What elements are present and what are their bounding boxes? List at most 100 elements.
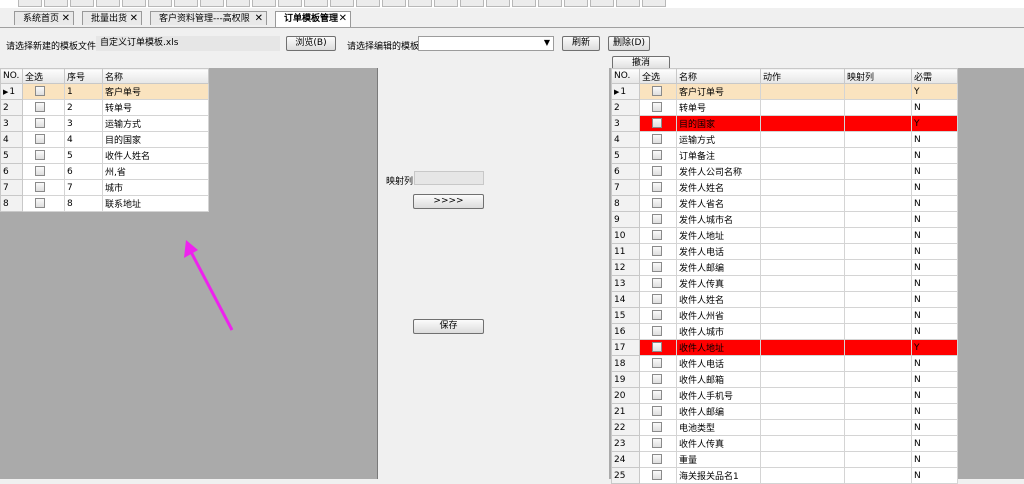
table-row[interactable]: 10 发件人地址 N bbox=[611, 227, 958, 244]
toolbar-button[interactable] bbox=[226, 0, 250, 7]
table-row[interactable]: 6 6 州,省 bbox=[0, 163, 209, 180]
mapping-cell[interactable] bbox=[844, 211, 912, 228]
toolbar-button[interactable] bbox=[70, 0, 94, 7]
table-row[interactable]: 4 运输方式 N bbox=[611, 131, 958, 148]
mapping-cell[interactable] bbox=[844, 163, 912, 180]
action-cell[interactable] bbox=[760, 323, 845, 340]
row-checkbox[interactable] bbox=[652, 182, 662, 193]
action-cell[interactable] bbox=[760, 371, 845, 388]
toolbar-button[interactable] bbox=[330, 0, 354, 7]
file-path-field[interactable]: 自定义订单模板.xls bbox=[96, 36, 280, 51]
mapping-cell[interactable] bbox=[844, 195, 912, 212]
action-cell[interactable] bbox=[760, 307, 845, 324]
row-checkbox[interactable] bbox=[652, 278, 662, 289]
table-row[interactable]: 15 收件人州省 N bbox=[611, 307, 958, 324]
toolbar-button[interactable] bbox=[382, 0, 406, 7]
toolbar-button[interactable] bbox=[96, 0, 120, 7]
action-cell[interactable] bbox=[760, 147, 845, 164]
row-checkbox[interactable] bbox=[652, 86, 662, 97]
row-checkbox[interactable] bbox=[652, 342, 662, 353]
mapping-cell[interactable] bbox=[844, 339, 912, 356]
table-row[interactable]: 17 收件人地址 Y bbox=[611, 339, 958, 356]
row-checkbox[interactable] bbox=[652, 326, 662, 337]
column-header-seq[interactable]: 序号 bbox=[64, 68, 103, 84]
table-row[interactable]: 5 5 收件人姓名 bbox=[0, 147, 209, 164]
toolbar-button[interactable] bbox=[18, 0, 42, 7]
action-cell[interactable] bbox=[760, 355, 845, 372]
chevron-down-icon[interactable]: ▼ bbox=[544, 38, 550, 47]
tab-home[interactable]: 系统首页 ✕ bbox=[14, 11, 74, 25]
row-checkbox[interactable] bbox=[652, 262, 662, 273]
row-checkbox[interactable] bbox=[652, 438, 662, 449]
action-cell[interactable] bbox=[760, 419, 845, 436]
toolbar-button[interactable] bbox=[44, 0, 68, 7]
table-row[interactable]: 4 4 目的国家 bbox=[0, 131, 209, 148]
close-icon[interactable]: ✕ bbox=[255, 12, 263, 26]
action-cell[interactable] bbox=[760, 275, 845, 292]
browse-button[interactable]: 浏览(B) bbox=[286, 36, 336, 51]
transfer-button[interactable]: >>>> bbox=[413, 194, 484, 209]
column-header-name[interactable]: 名称 bbox=[102, 68, 209, 84]
tab-customer-management[interactable]: 客户资料管理---高权限 ✕ bbox=[150, 11, 267, 25]
mapping-cell[interactable] bbox=[844, 259, 912, 276]
mapping-cell[interactable] bbox=[844, 179, 912, 196]
action-cell[interactable] bbox=[760, 339, 845, 356]
row-checkbox[interactable] bbox=[35, 150, 45, 161]
action-cell[interactable] bbox=[760, 115, 845, 132]
table-row[interactable]: 2 2 转单号 bbox=[0, 99, 209, 116]
mapping-cell[interactable] bbox=[844, 227, 912, 244]
toolbar-button[interactable] bbox=[252, 0, 276, 7]
action-cell[interactable] bbox=[760, 291, 845, 308]
toolbar-button[interactable] bbox=[278, 0, 302, 7]
action-cell[interactable] bbox=[760, 227, 845, 244]
mapping-cell[interactable] bbox=[844, 355, 912, 372]
table-row[interactable]: 7 7 城市 bbox=[0, 179, 209, 196]
table-row[interactable]: 9 发件人城市名 N bbox=[611, 211, 958, 228]
table-row[interactable]: 6 发件人公司名称 N bbox=[611, 163, 958, 180]
row-checkbox[interactable] bbox=[652, 246, 662, 257]
row-checkbox[interactable] bbox=[35, 86, 45, 97]
table-row[interactable]: 23 收件人传真 N bbox=[611, 435, 958, 452]
table-row[interactable]: 3 目的国家 Y bbox=[611, 115, 958, 132]
table-row[interactable]: 22 电池类型 N bbox=[611, 419, 958, 436]
toolbar-button[interactable] bbox=[122, 0, 146, 7]
row-checkbox[interactable] bbox=[652, 102, 662, 113]
toolbar-button[interactable] bbox=[564, 0, 588, 7]
mapping-cell[interactable] bbox=[844, 323, 912, 340]
column-header-select-all[interactable]: 全选 bbox=[639, 68, 677, 84]
action-cell[interactable] bbox=[760, 387, 845, 404]
mapping-cell[interactable] bbox=[844, 83, 912, 100]
column-header-select-all[interactable]: 全选 bbox=[22, 68, 65, 84]
action-cell[interactable] bbox=[760, 403, 845, 420]
toolbar-button[interactable] bbox=[512, 0, 536, 7]
toolbar-button[interactable] bbox=[304, 0, 328, 7]
table-row[interactable]: 3 3 运输方式 bbox=[0, 115, 209, 132]
row-checkbox[interactable] bbox=[652, 422, 662, 433]
toolbar-button[interactable] bbox=[174, 0, 198, 7]
table-row[interactable]: ▶1 1 客户单号 bbox=[0, 83, 209, 100]
close-icon[interactable]: ✕ bbox=[62, 12, 70, 26]
table-row[interactable]: 14 收件人姓名 N bbox=[611, 291, 958, 308]
mapping-cell[interactable] bbox=[844, 147, 912, 164]
column-header-action[interactable]: 动作 bbox=[760, 68, 845, 84]
toolbar-button[interactable] bbox=[408, 0, 432, 7]
close-icon[interactable]: ✕ bbox=[130, 12, 138, 26]
mapping-cell[interactable] bbox=[844, 243, 912, 260]
row-checkbox[interactable] bbox=[652, 294, 662, 305]
table-row[interactable]: 12 发件人邮编 N bbox=[611, 259, 958, 276]
toolbar-button[interactable] bbox=[590, 0, 614, 7]
close-icon[interactable]: ✕ bbox=[339, 12, 347, 26]
row-checkbox[interactable] bbox=[652, 150, 662, 161]
row-checkbox[interactable] bbox=[35, 102, 45, 113]
mapping-cell[interactable] bbox=[844, 307, 912, 324]
table-row[interactable]: 13 发件人传真 N bbox=[611, 275, 958, 292]
row-checkbox[interactable] bbox=[652, 454, 662, 465]
action-cell[interactable] bbox=[760, 83, 845, 100]
action-cell[interactable] bbox=[760, 259, 845, 276]
table-row[interactable]: 2 转单号 N bbox=[611, 99, 958, 116]
table-row[interactable]: 25 海关报关品名1 N bbox=[611, 467, 958, 484]
column-header-mapping[interactable]: 映射列 bbox=[844, 68, 912, 84]
mapping-cell[interactable] bbox=[844, 131, 912, 148]
mapping-cell[interactable] bbox=[844, 291, 912, 308]
delete-button[interactable]: 删除(D) bbox=[608, 36, 650, 51]
